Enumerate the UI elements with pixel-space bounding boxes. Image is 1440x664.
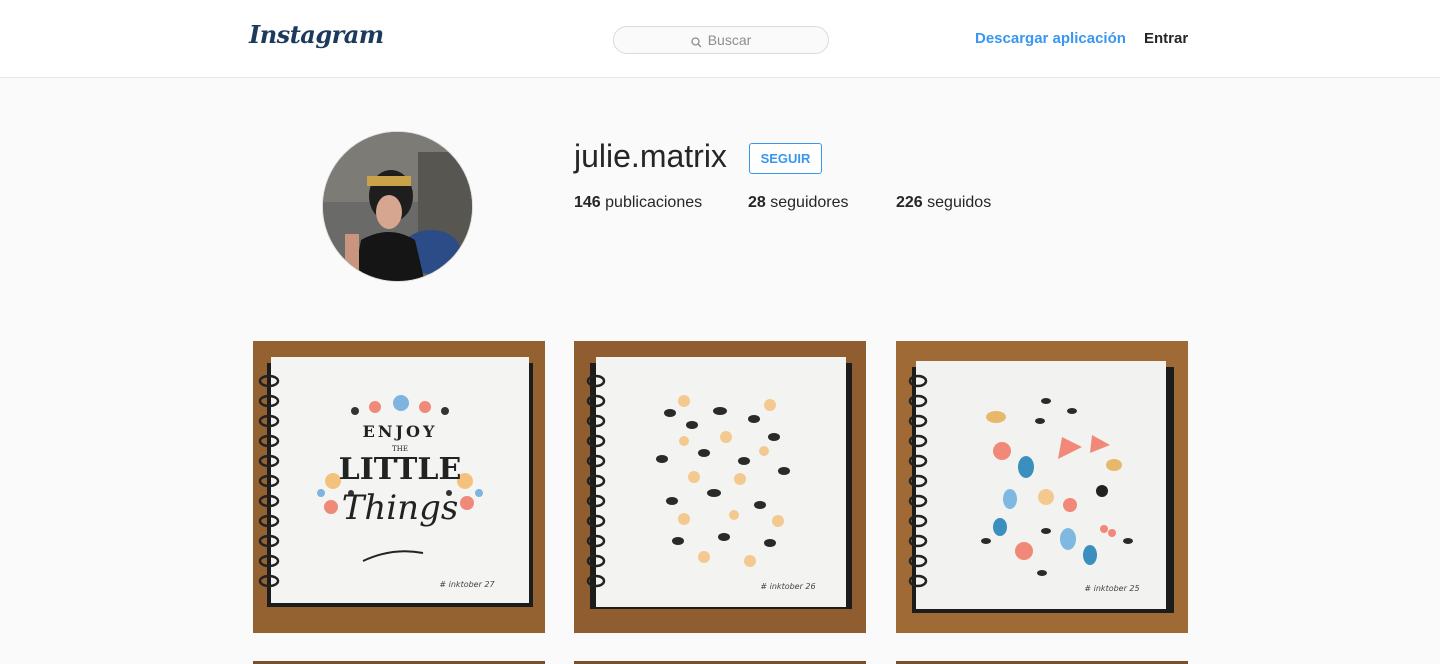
following-label: seguidos [927, 194, 992, 211]
post-hashtag: # inktober 27 [439, 580, 495, 589]
followers-label: seguidores [770, 194, 849, 211]
post-hashtag: # inktober 26 [760, 582, 815, 591]
following-count-stat[interactable]: 226 seguidos [896, 194, 991, 212]
post-thumbnail[interactable]: # inktober 26 [574, 341, 866, 633]
lettering-little: LITTLE [339, 452, 462, 487]
profile-username: julie.matrix [574, 138, 727, 174]
sketchbook-lemons-image: # inktober 26 [574, 341, 866, 633]
post-thumbnail[interactable]: # inktober 25 [896, 341, 1188, 633]
search-placeholder: Buscar [707, 32, 752, 48]
following-count: 226 [896, 194, 923, 211]
followers-count-stat[interactable]: 28 seguidores [748, 194, 849, 212]
sketchbook-lettering-image: ENJOY THE LITTLE Things # inktober 27 [253, 341, 545, 633]
instagram-logo[interactable]: Instagram [249, 20, 384, 49]
search-icon [691, 35, 702, 47]
search-input[interactable]: Buscar [613, 26, 829, 54]
posts-count: 146 [574, 194, 601, 211]
followers-count: 28 [748, 194, 766, 211]
follow-button[interactable]: SEGUIR [749, 143, 822, 174]
lettering-things: Things [342, 488, 459, 528]
sketchbook-fruits-image: # inktober 25 [896, 341, 1188, 633]
login-link[interactable]: Entrar [1144, 30, 1188, 47]
top-navigation-bar: Instagram Buscar Descargar aplicación En… [0, 0, 1440, 78]
posts-label: publicaciones [605, 194, 703, 211]
post-thumbnail[interactable]: ENJOY THE LITTLE Things # inktober 27 [253, 341, 545, 633]
post-hashtag: # inktober 25 [1084, 584, 1139, 593]
download-app-link[interactable]: Descargar aplicación [975, 30, 1126, 47]
profile-avatar [322, 131, 473, 282]
posts-count-stat: 146 publicaciones [574, 194, 702, 212]
lettering-enjoy: ENJOY [363, 422, 438, 441]
